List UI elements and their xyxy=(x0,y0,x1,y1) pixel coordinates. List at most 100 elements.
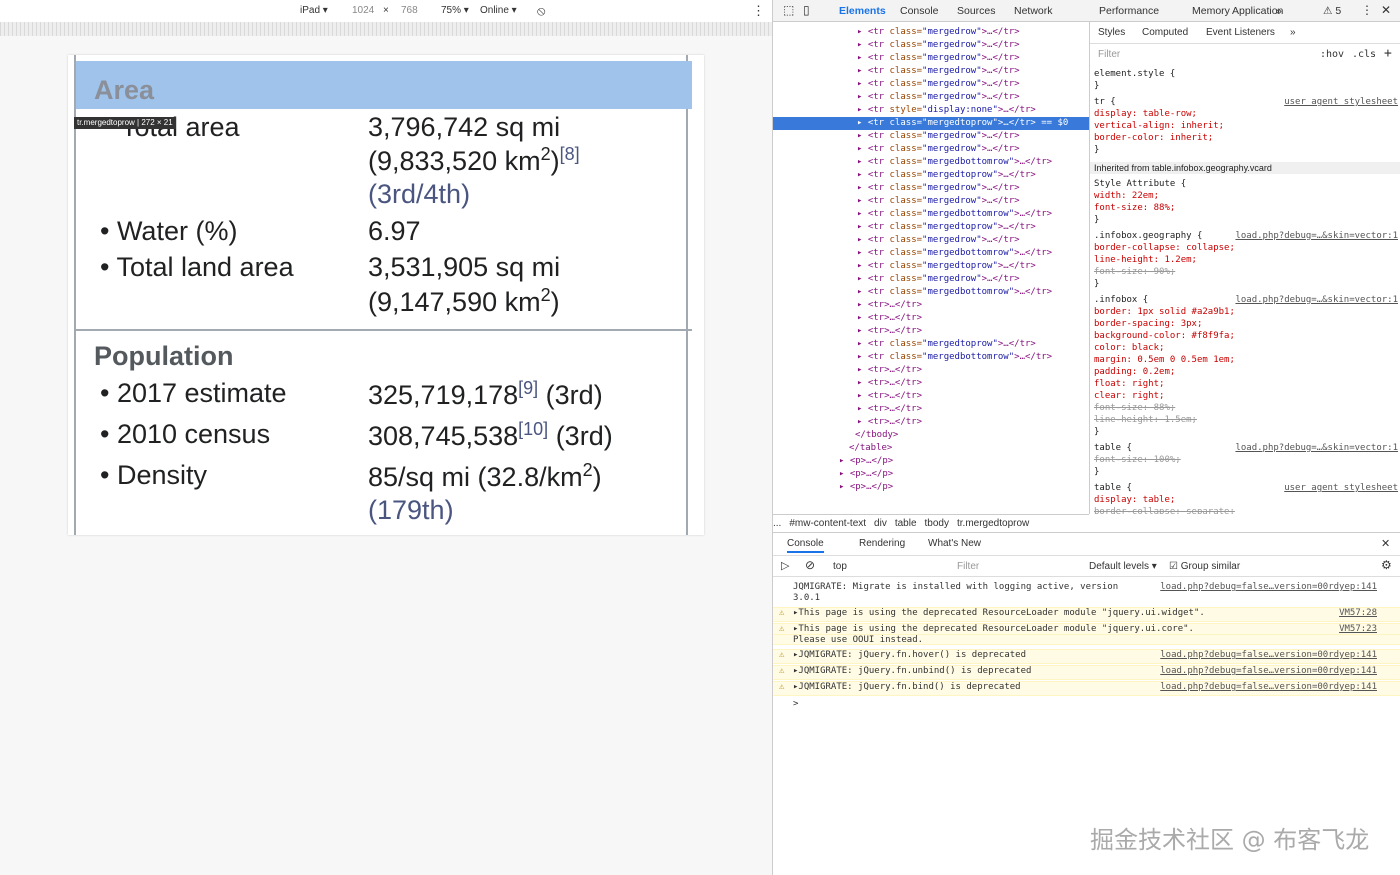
dom-node[interactable]: ▸ <tr class="mergedbottomrow">…</tr> xyxy=(773,286,1089,299)
zoom-select[interactable]: 75% ▾ xyxy=(441,5,469,16)
width-field[interactable]: 1024 xyxy=(352,5,374,16)
dom-node[interactable]: ▸ <tr style="display:none">…</tr> xyxy=(773,104,1089,117)
dom-node[interactable]: ▸ <tr>…</tr> xyxy=(773,403,1089,416)
dom-node[interactable]: ▸ <tr class="mergedbottomrow">…</tr> xyxy=(773,208,1089,221)
styles-filter[interactable]: Filter xyxy=(1098,49,1120,60)
tab-network[interactable]: Network xyxy=(1014,5,1053,17)
style-line[interactable]: } xyxy=(1090,80,1400,92)
dom-node[interactable]: ▸ <tr class="mergedbottomrow">…</tr> xyxy=(773,156,1089,169)
close-drawer-icon[interactable]: ✕ xyxy=(1381,537,1390,550)
dom-node[interactable]: ▸ <tr class="mergedtoprow">…</tr> xyxy=(773,338,1089,351)
dom-node[interactable]: ▸ <p>…</p> xyxy=(773,455,1089,468)
warning-count[interactable]: ⚠ 5 xyxy=(1323,5,1341,17)
group-similar-checkbox[interactable]: ☑ Group similar xyxy=(1169,561,1240,572)
tab-[interactable]: » xyxy=(1276,5,1282,17)
levels-select[interactable]: Default levels ▾ xyxy=(1089,561,1157,572)
dom-node[interactable]: ▸ <tr class="mergedrow">…</tr> xyxy=(773,78,1089,91)
style-line[interactable]: float: right; xyxy=(1090,378,1400,390)
height-field[interactable]: 768 xyxy=(401,5,418,16)
tab-performance[interactable]: Performance xyxy=(1099,5,1159,17)
dom-node[interactable]: </tbody> xyxy=(773,429,1089,442)
source-link[interactable]: load.php?debug=false…version=00rdyep:141 xyxy=(1160,666,1377,677)
style-line[interactable]: } xyxy=(1090,144,1400,156)
style-line[interactable]: table {user agent stylesheet xyxy=(1090,482,1400,494)
style-line[interactable]: border: 1px solid #a2a9b1; xyxy=(1090,306,1400,318)
dom-node[interactable]: ▸ <tr>…</tr> xyxy=(773,299,1089,312)
style-line[interactable]: display: table; xyxy=(1090,494,1400,506)
style-line[interactable]: element.style { xyxy=(1090,68,1400,80)
console-tab[interactable]: What's New xyxy=(928,538,981,549)
tab-elements[interactable]: Elements xyxy=(839,5,886,17)
style-line[interactable]: color: black; xyxy=(1090,342,1400,354)
style-line[interactable]: line-height: 1.2em; xyxy=(1090,254,1400,266)
styles-tab[interactable]: Computed xyxy=(1142,27,1188,38)
style-line[interactable]: font-size: 88%; xyxy=(1090,402,1400,414)
dom-node[interactable]: ▸ <tr class="mergedrow">…</tr> xyxy=(773,234,1089,247)
dom-node[interactable]: ▸ <tr class="mergedrow">…</tr> xyxy=(773,130,1089,143)
dom-node[interactable]: ▸ <p>…</p> xyxy=(773,468,1089,481)
menu-icon[interactable]: ⋮ xyxy=(1361,3,1373,17)
style-line[interactable]: font-size: 90%; xyxy=(1090,266,1400,278)
style-line[interactable]: border-color: inherit; xyxy=(1090,132,1400,144)
dom-node[interactable]: ▸ <tr>…</tr> xyxy=(773,390,1089,403)
reference-link[interactable]: [9] xyxy=(518,378,538,398)
source-link[interactable]: load.php?debug=false…version=00rdyep:141 xyxy=(1160,650,1377,661)
dom-node[interactable]: ▸ <tr class="mergedrow">…</tr> xyxy=(773,91,1089,104)
dom-node[interactable]: </table> xyxy=(773,442,1089,455)
dom-node[interactable]: ▸ <tr class="mergedrow">…</tr> xyxy=(773,195,1089,208)
breadcrumb-item[interactable]: div xyxy=(874,518,887,529)
throttle-select[interactable]: Online ▾ xyxy=(480,5,517,16)
style-line[interactable]: } xyxy=(1090,466,1400,478)
breadcrumb-item[interactable]: tbody xyxy=(925,518,949,529)
dom-node[interactable]: ▸ <tr class="mergedtoprow">…</tr> xyxy=(773,221,1089,234)
reference-link[interactable]: [10] xyxy=(518,419,548,439)
dom-node[interactable]: ▸ <p>…</p> xyxy=(773,481,1089,494)
dom-node[interactable]: ▸ <tr class="mergedrow">…</tr> xyxy=(773,26,1089,39)
rank-link[interactable]: 3rd/4th xyxy=(377,179,461,209)
rotate-icon[interactable]: ⦸ xyxy=(537,3,545,19)
breadcrumb-item[interactable]: tr.mergedtoprow xyxy=(957,518,1029,529)
breadcrumb-item[interactable]: ... xyxy=(773,518,781,529)
styles-tab[interactable]: » xyxy=(1290,27,1296,38)
inspect-icon[interactable]: ⬚ xyxy=(783,3,794,17)
dom-node[interactable]: ▸ <tr class="mergedrow">…</tr> xyxy=(773,52,1089,65)
style-line[interactable]: display: table-row; xyxy=(1090,108,1400,120)
dom-node[interactable]: ▸ <tr>…</tr> xyxy=(773,312,1089,325)
style-line[interactable]: table {load.php?debug=…&skin=vector:1 xyxy=(1090,442,1400,454)
dom-node[interactable]: ▸ <tr class="mergedrow">…</tr> xyxy=(773,39,1089,52)
source-link[interactable]: load.php?debug=false…version=00rdyep:141 xyxy=(1160,682,1377,693)
gear-icon[interactable]: ⚙ xyxy=(1381,558,1392,572)
tab-console[interactable]: Console xyxy=(900,5,939,17)
add-rule-icon[interactable]: + xyxy=(1384,46,1392,61)
style-line[interactable]: border-spacing: 3px; xyxy=(1090,318,1400,330)
breadcrumb-item[interactable]: table xyxy=(895,518,917,529)
dom-node[interactable]: ▸ <tr class="mergedrow">…</tr> xyxy=(773,182,1089,195)
style-line[interactable]: } xyxy=(1090,278,1400,290)
dom-node[interactable]: ▸ <tr>…</tr> xyxy=(773,364,1089,377)
style-line[interactable]: line-height: 1.5em; xyxy=(1090,414,1400,426)
style-line[interactable]: vertical-align: inherit; xyxy=(1090,120,1400,132)
sidebar-toggle-icon[interactable]: ▷ xyxy=(781,559,789,572)
style-line[interactable]: font-size: 88%; xyxy=(1090,202,1400,214)
tab-memory[interactable]: Memory xyxy=(1192,5,1230,17)
dom-node[interactable]: ▸ <tr class="mergedrow">…</tr> xyxy=(773,65,1089,78)
device-toggle-icon[interactable]: ▯ xyxy=(803,3,810,17)
style-line[interactable]: .infobox.geography {load.php?debug=…&ski… xyxy=(1090,230,1400,242)
style-line[interactable]: border-collapse: separate; xyxy=(1090,506,1400,514)
dom-node[interactable]: ▸ <tr class="mergedbottomrow">…</tr> xyxy=(773,247,1089,260)
dom-node[interactable]: ▸ <tr class="mergedrow">…</tr> xyxy=(773,273,1089,286)
style-line[interactable]: .infobox {load.php?debug=…&skin=vector:1 xyxy=(1090,294,1400,306)
hov-toggle[interactable]: :hov xyxy=(1320,49,1344,60)
source-link[interactable]: load.php?debug=false…version=00rdyep:141 xyxy=(1160,582,1377,593)
style-line[interactable]: background-color: #f8f9fa; xyxy=(1090,330,1400,342)
source-link[interactable]: VM57:28 xyxy=(1339,608,1377,619)
dom-node[interactable]: ▸ <tr class="mergedtoprow">…</tr> xyxy=(773,260,1089,273)
breadcrumb-item[interactable]: #mw-content-text xyxy=(789,518,866,529)
dom-node[interactable]: ▸ <tr class="mergedrow">…</tr> xyxy=(773,143,1089,156)
dom-node[interactable]: ▸ <tr>…</tr> xyxy=(773,416,1089,429)
console-tab[interactable]: Console xyxy=(787,538,824,553)
style-line[interactable]: border-collapse: collapse; xyxy=(1090,242,1400,254)
more-icon[interactable]: ⋮ xyxy=(752,3,765,19)
style-line[interactable]: clear: right; xyxy=(1090,390,1400,402)
console-tab[interactable]: Rendering xyxy=(859,538,905,549)
